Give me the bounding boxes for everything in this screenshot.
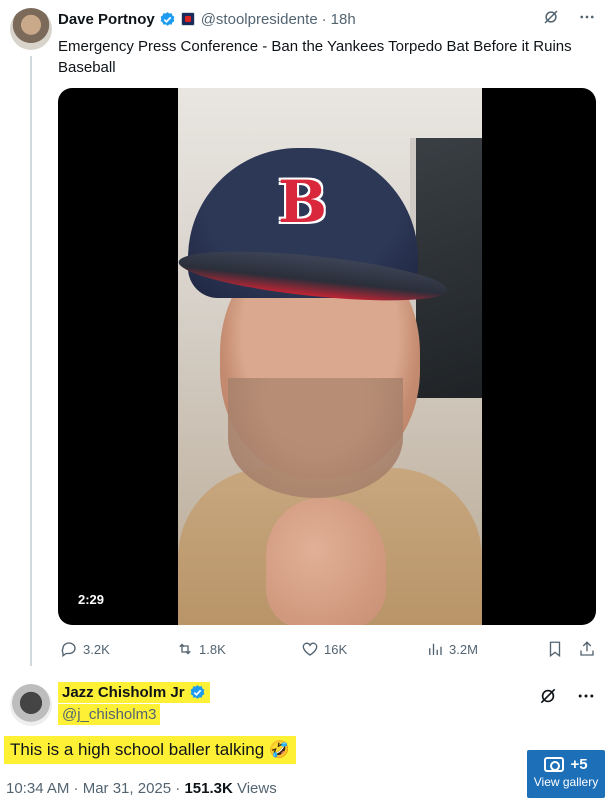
video-duration: 2:29 <box>72 590 111 609</box>
bookmark-icon <box>549 641 561 658</box>
verified-badge-icon <box>160 11 175 26</box>
cap-logo: B <box>278 168 328 236</box>
tweet-text: Emergency Press Conference - Ban the Yan… <box>58 38 572 76</box>
reply-author-handle[interactable]: @j_chisholm3 <box>58 704 161 725</box>
reply-author-name[interactable]: Jazz Chisholm Jr <box>62 684 185 701</box>
author-avatar[interactable] <box>10 8 52 50</box>
tweet-top-actions <box>542 8 596 26</box>
repost-count: 1.8K <box>199 641 226 657</box>
beard-shape <box>228 378 403 498</box>
reply-count: 3.2K <box>83 641 110 657</box>
gallery-top: +5 <box>527 756 605 773</box>
more-horizontal-icon[interactable] <box>578 8 596 26</box>
more-horizontal-icon[interactable] <box>576 686 596 706</box>
grok-icon[interactable] <box>542 8 560 26</box>
like-button[interactable]: 16K <box>301 640 347 658</box>
camera-icon <box>544 757 565 772</box>
repost-icon <box>179 643 191 655</box>
tweet-header: Dave Portnoy @stoolpresidente · 18h <box>58 9 356 29</box>
separator-dot: · <box>321 10 327 28</box>
reply-views-count: 151.3K <box>184 780 233 797</box>
views-count: 3.2M <box>449 641 478 657</box>
like-count: 16K <box>324 641 348 657</box>
gallery-count: +5 <box>570 756 588 773</box>
reply-icon <box>61 642 76 658</box>
reply-author-name-row: Jazz Chisholm Jr <box>58 682 210 703</box>
view-gallery-button[interactable]: +5 View gallery <box>527 750 605 798</box>
background-window <box>410 138 482 398</box>
share-button[interactable] <box>578 640 596 658</box>
bookmark-button[interactable] <box>546 640 564 658</box>
thread-connector-line <box>30 56 32 666</box>
views-bar-icon <box>429 643 442 655</box>
reply-author-avatar[interactable] <box>10 684 52 726</box>
reply-views-label: Views <box>232 780 277 797</box>
reply-top-actions <box>538 686 596 706</box>
reply-timestamp[interactable]: 10:34 AM · Mar 31, 2025 · <box>6 780 184 797</box>
author-handle[interactable]: @stoolpresidente <box>201 11 318 28</box>
author-name[interactable]: Dave Portnoy <box>58 11 155 28</box>
video-frame[interactable]: B <box>178 88 482 625</box>
video-player[interactable]: B 2:29 <box>58 88 596 625</box>
views-button[interactable]: 3.2M <box>426 640 478 658</box>
grok-icon[interactable] <box>538 686 558 706</box>
reply-text: This is a high school baller talking 🤣 <box>4 736 297 764</box>
repost-button[interactable]: 1.8K <box>176 640 226 658</box>
gallery-label: View gallery <box>533 775 599 789</box>
hand-shape <box>266 498 386 625</box>
reply-footer: 10:34 AM · Mar 31, 2025 · 151.3K Views <box>6 780 277 797</box>
reply-button[interactable]: 3.2K <box>60 640 110 658</box>
tweet-actions-bar: 3.2K 1.8K 16K 3.2M <box>58 638 596 660</box>
affiliate-badge-icon[interactable] <box>180 12 195 26</box>
tweet-time[interactable]: 18h <box>331 11 356 28</box>
share-icon <box>580 641 594 656</box>
verified-badge-icon <box>190 685 204 699</box>
heart-icon <box>302 642 318 656</box>
